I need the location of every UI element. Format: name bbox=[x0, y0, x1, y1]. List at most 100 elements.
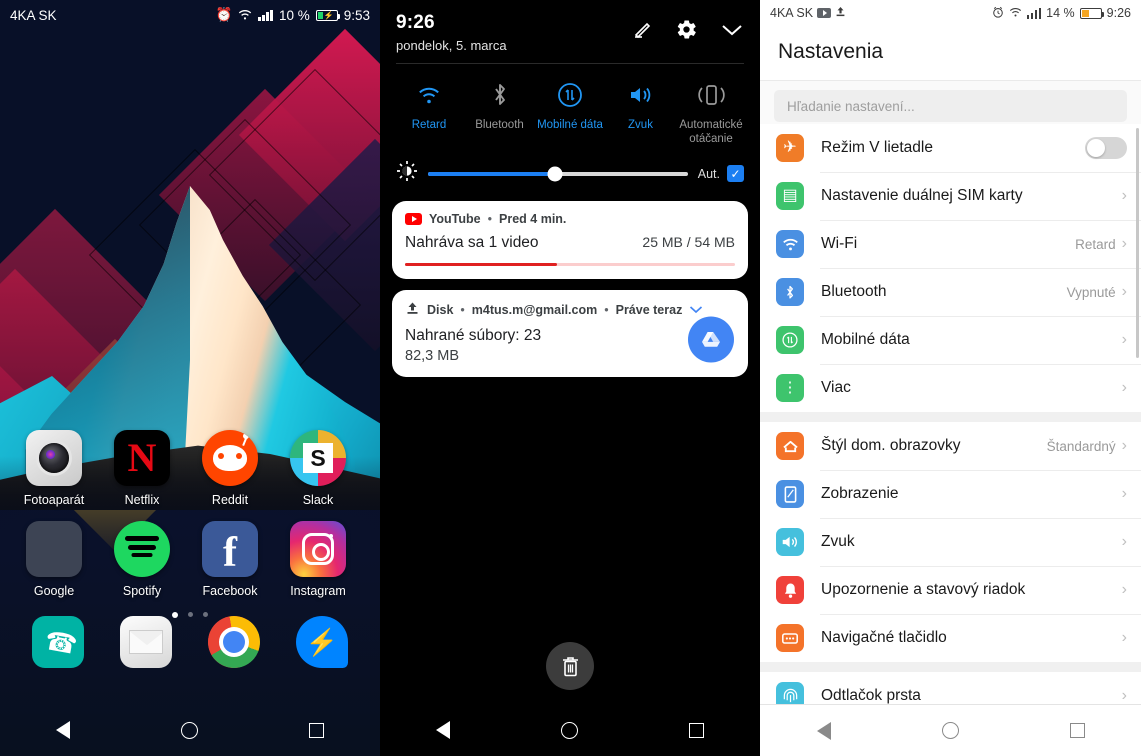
app-reddit[interactable]: Reddit bbox=[186, 430, 274, 507]
settings-list: ✈ Režim V lietadle ▤ Nastavenie duálnej … bbox=[760, 124, 1141, 704]
facebook-icon: f bbox=[202, 521, 258, 577]
youtube-icon bbox=[405, 213, 422, 225]
settings-row-sound[interactable]: Zvuk › bbox=[760, 518, 1141, 566]
app-facebook[interactable]: f Facebook bbox=[186, 521, 274, 598]
battery-charging-icon: ⚡ bbox=[315, 9, 341, 21]
app-netflix[interactable]: N Netflix bbox=[98, 430, 186, 507]
settings-row-display[interactable]: Zobrazenie › bbox=[760, 470, 1141, 518]
settings-row-airplane-mode[interactable]: ✈ Režim V lietadle bbox=[760, 124, 1141, 172]
clock-label: 9:53 bbox=[343, 7, 370, 23]
app-instagram[interactable]: Instagram bbox=[274, 521, 362, 598]
qs-label: Bluetooth bbox=[475, 119, 524, 131]
home-nav-bar bbox=[0, 704, 380, 756]
notif-title: Nahráva sa 1 video bbox=[405, 234, 539, 251]
home-icon[interactable] bbox=[923, 705, 979, 756]
notif-time: Pred 4 min. bbox=[499, 212, 567, 226]
edit-icon[interactable] bbox=[631, 19, 653, 46]
app-row-1: Fotoaparát N Netflix Reddit S Slack bbox=[0, 430, 380, 507]
quick-settings-row: Retard Bluetooth Mobilné dáta Zvuk Autom… bbox=[380, 64, 760, 146]
mobile-data-icon bbox=[557, 78, 583, 112]
email-icon[interactable] bbox=[120, 616, 172, 668]
chrome-icon[interactable] bbox=[208, 616, 260, 668]
home-style-icon bbox=[776, 432, 804, 460]
reddit-icon bbox=[202, 430, 258, 486]
qs-label: Mobilné dáta bbox=[537, 119, 603, 131]
notification-list: YouTube • Pred 4 min. Nahráva sa 1 video… bbox=[380, 187, 760, 377]
battery-icon bbox=[1079, 7, 1105, 19]
airplane-mode-toggle[interactable] bbox=[1085, 137, 1127, 159]
app-label: Netflix bbox=[124, 493, 160, 507]
recents-icon[interactable] bbox=[669, 704, 725, 756]
notif-separator: • bbox=[487, 212, 493, 226]
wifi-icon bbox=[416, 78, 442, 112]
display-icon bbox=[776, 480, 804, 508]
qs-tile-mobile-data[interactable]: Mobilné dáta bbox=[537, 78, 603, 146]
more-icon: ⋮ bbox=[776, 374, 804, 402]
youtube-icon bbox=[817, 8, 832, 18]
settings-row-mobile-data[interactable]: Mobilné dáta › bbox=[760, 316, 1141, 364]
carrier-label: 4KA SK bbox=[770, 6, 814, 20]
phone-icon[interactable]: ☎ bbox=[32, 616, 84, 668]
app-fotoaparat[interactable]: Fotoaparát bbox=[10, 430, 98, 507]
settings-row-more[interactable]: ⋮ Viac › bbox=[760, 364, 1141, 412]
qs-tile-wifi[interactable]: Retard bbox=[396, 78, 462, 146]
settings-group-security: Odtlačok prsta › bbox=[760, 672, 1141, 704]
row-label: Bluetooth bbox=[821, 283, 887, 300]
app-spotify[interactable]: Spotify bbox=[98, 521, 186, 598]
settings-row-notifications-statusbar[interactable]: Upozornenie a stavový riadok › bbox=[760, 566, 1141, 614]
three-phone-screens: 4KA SK ⏰ 10 % ⚡ 9:53 Fotoaparát N Netfli… bbox=[0, 0, 1141, 756]
settings-row-home-screen-style[interactable]: Štýl dom. obrazovky Štandardný › bbox=[760, 422, 1141, 470]
app-google-folder[interactable]: Google bbox=[10, 521, 98, 598]
qs-tile-bluetooth[interactable]: Bluetooth bbox=[467, 78, 533, 146]
alarm-icon bbox=[992, 6, 1004, 21]
settings-row-navigation-button[interactable]: Navigačné tlačidlo › bbox=[760, 614, 1141, 662]
recents-icon[interactable] bbox=[1050, 705, 1106, 756]
back-icon[interactable] bbox=[35, 704, 91, 756]
qs-tile-auto-rotate[interactable]: Automatické otáčanie bbox=[678, 78, 744, 146]
page-title: Nastavenia bbox=[760, 26, 1141, 81]
notification-youtube[interactable]: YouTube • Pred 4 min. Nahráva sa 1 video… bbox=[392, 201, 748, 279]
notification-drive[interactable]: Disk • m4tus.m@gmail.com • Práve teraz N… bbox=[392, 290, 748, 377]
auto-brightness-checkbox[interactable]: ✓ bbox=[727, 165, 744, 182]
mobile-data-icon bbox=[776, 326, 804, 354]
settings-panel: 4KA SK 14 % 9:26 Nastavenia Hľadanie nas… bbox=[760, 0, 1141, 756]
search-input[interactable]: Hľadanie nastavení... bbox=[774, 90, 1127, 122]
row-label: Wi-Fi bbox=[821, 235, 858, 252]
airplane-icon: ✈ bbox=[776, 134, 804, 162]
google-drive-icon[interactable] bbox=[688, 316, 734, 363]
instagram-icon bbox=[290, 521, 346, 577]
trash-icon[interactable] bbox=[546, 642, 594, 690]
settings-row-bluetooth[interactable]: Bluetooth Vypnuté › bbox=[760, 268, 1141, 316]
settings-row-fingerprint[interactable]: Odtlačok prsta › bbox=[760, 672, 1141, 704]
qs-label: Retard bbox=[411, 119, 447, 131]
messenger-icon[interactable]: ⚡ bbox=[296, 616, 348, 668]
qs-tile-sound[interactable]: Zvuk bbox=[608, 78, 674, 146]
chevron-right-icon: › bbox=[1121, 379, 1127, 396]
scrollbar-thumb[interactable] bbox=[1136, 128, 1139, 358]
qs-label: Automatické otáčanie bbox=[679, 119, 743, 145]
settings-gear-icon[interactable] bbox=[675, 18, 698, 46]
chevron-down-icon[interactable] bbox=[689, 303, 703, 318]
back-icon[interactable] bbox=[415, 704, 471, 756]
battery-percent-label: 14 % bbox=[1046, 6, 1075, 20]
notif-time: Práve teraz bbox=[615, 303, 683, 317]
back-icon[interactable] bbox=[796, 705, 852, 756]
brightness-slider[interactable] bbox=[428, 166, 688, 181]
settings-row-dual-sim[interactable]: ▤ Nastavenie duálnej SIM karty › bbox=[760, 172, 1141, 220]
home-icon[interactable] bbox=[542, 704, 598, 756]
brightness-knob[interactable] bbox=[547, 166, 563, 181]
netflix-glyph: N bbox=[127, 435, 157, 480]
bell-icon bbox=[776, 576, 804, 604]
row-label: Odtlačok prsta bbox=[821, 687, 921, 704]
carrier-label: 4KA SK bbox=[10, 7, 57, 23]
brightness-fill bbox=[428, 171, 556, 176]
home-icon[interactable] bbox=[162, 704, 218, 756]
chevron-down-icon[interactable] bbox=[720, 22, 744, 43]
recents-icon[interactable] bbox=[289, 704, 345, 756]
home-status-bar: 4KA SK ⏰ 10 % ⚡ 9:53 bbox=[0, 0, 380, 30]
settings-row-wifi[interactable]: Wi-Fi Retard › bbox=[760, 220, 1141, 268]
row-label: Navigačné tlačidlo bbox=[821, 629, 947, 646]
app-slack[interactable]: S Slack bbox=[274, 430, 362, 507]
chevron-right-icon: › bbox=[1121, 687, 1127, 704]
fingerprint-icon bbox=[776, 682, 804, 704]
